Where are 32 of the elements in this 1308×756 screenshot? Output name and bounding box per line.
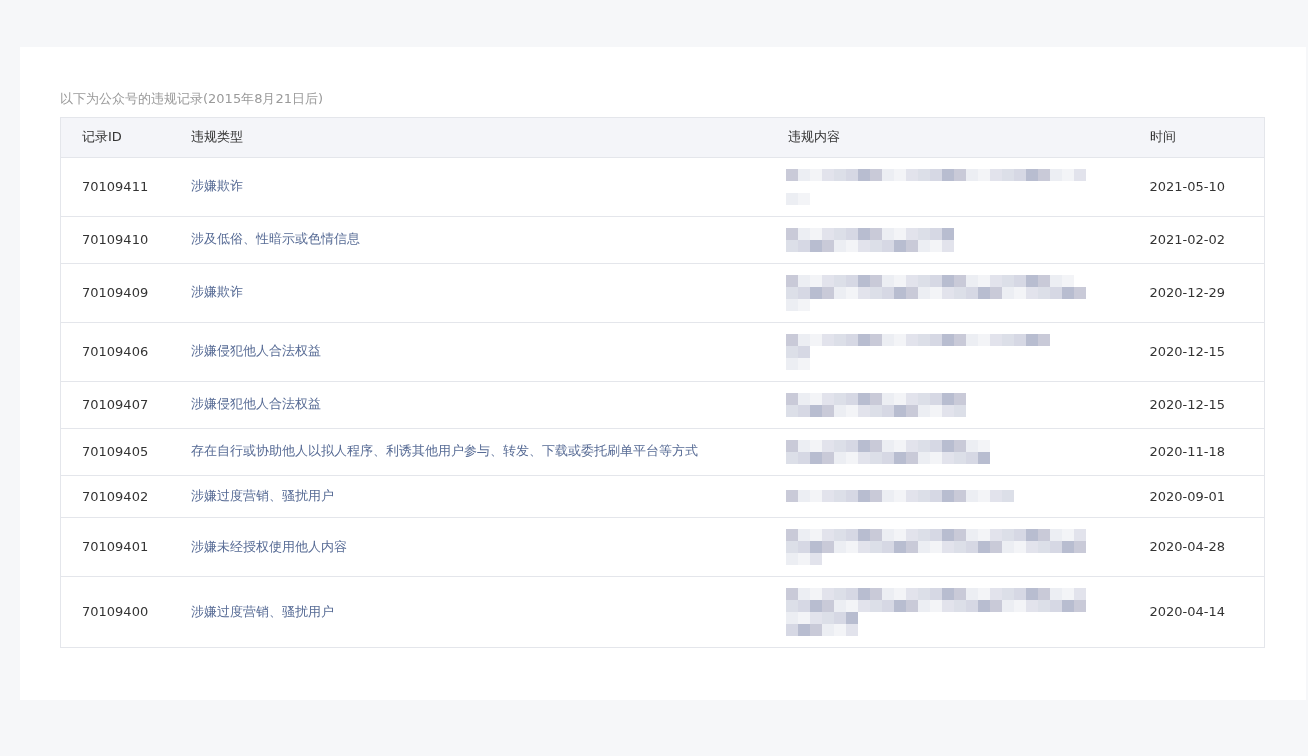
caption: 以下为公众号的违规记录(2015年8月21日后) bbox=[60, 90, 325, 108]
time-cell: 2020-12-15 bbox=[1128, 322, 1265, 381]
violation-type-cell: 涉嫌欺诈 bbox=[168, 263, 766, 322]
column-header: 时间 bbox=[1128, 117, 1265, 157]
record-id-cell: 70109405 bbox=[60, 428, 169, 475]
record-id-cell: 70109410 bbox=[60, 216, 169, 263]
time-cell: 2020-09-01 bbox=[1128, 475, 1265, 518]
time-cell: 2020-04-14 bbox=[1128, 576, 1265, 648]
time-cell: 2020-04-28 bbox=[1128, 517, 1265, 577]
column-header: 记录ID bbox=[60, 117, 169, 157]
record-id-cell: 70109407 bbox=[60, 381, 169, 428]
time-cell: 2021-05-10 bbox=[1128, 157, 1265, 216]
column-header: 违规类型 bbox=[168, 117, 766, 157]
record-id-cell: 70109400 bbox=[60, 576, 169, 648]
record-id-cell: 70109411 bbox=[60, 157, 169, 216]
violation-type-cell: 涉嫌侵犯他人合法权益 bbox=[168, 322, 766, 381]
record-id-cell: 70109402 bbox=[60, 475, 169, 518]
time-cell: 2020-12-29 bbox=[1128, 263, 1265, 322]
violation-type-cell: 涉嫌欺诈 bbox=[168, 157, 766, 216]
column-header: 违规内容 bbox=[765, 117, 1129, 157]
record-id-cell: 70109409 bbox=[60, 263, 169, 322]
record-id-cell: 70109401 bbox=[60, 517, 169, 577]
violation-type-cell: 涉及低俗、性暗示或色情信息 bbox=[168, 216, 766, 263]
violation-type-cell: 涉嫌过度营销、骚扰用户 bbox=[168, 576, 766, 648]
violation-type-cell: 涉嫌未经授权使用他人内容 bbox=[168, 517, 766, 577]
time-cell: 2021-02-02 bbox=[1128, 216, 1265, 263]
time-cell: 2020-11-18 bbox=[1128, 428, 1265, 475]
violation-type-cell: 存在自行或协助他人以拟人程序、利诱其他用户参与、转发、下载或委托刷单平台等方式 bbox=[168, 428, 766, 475]
record-id-cell: 70109406 bbox=[60, 322, 169, 381]
time-cell: 2020-12-15 bbox=[1128, 381, 1265, 428]
violation-type-cell: 涉嫌过度营销、骚扰用户 bbox=[168, 475, 766, 518]
violation-type-cell: 涉嫌侵犯他人合法权益 bbox=[168, 381, 766, 428]
